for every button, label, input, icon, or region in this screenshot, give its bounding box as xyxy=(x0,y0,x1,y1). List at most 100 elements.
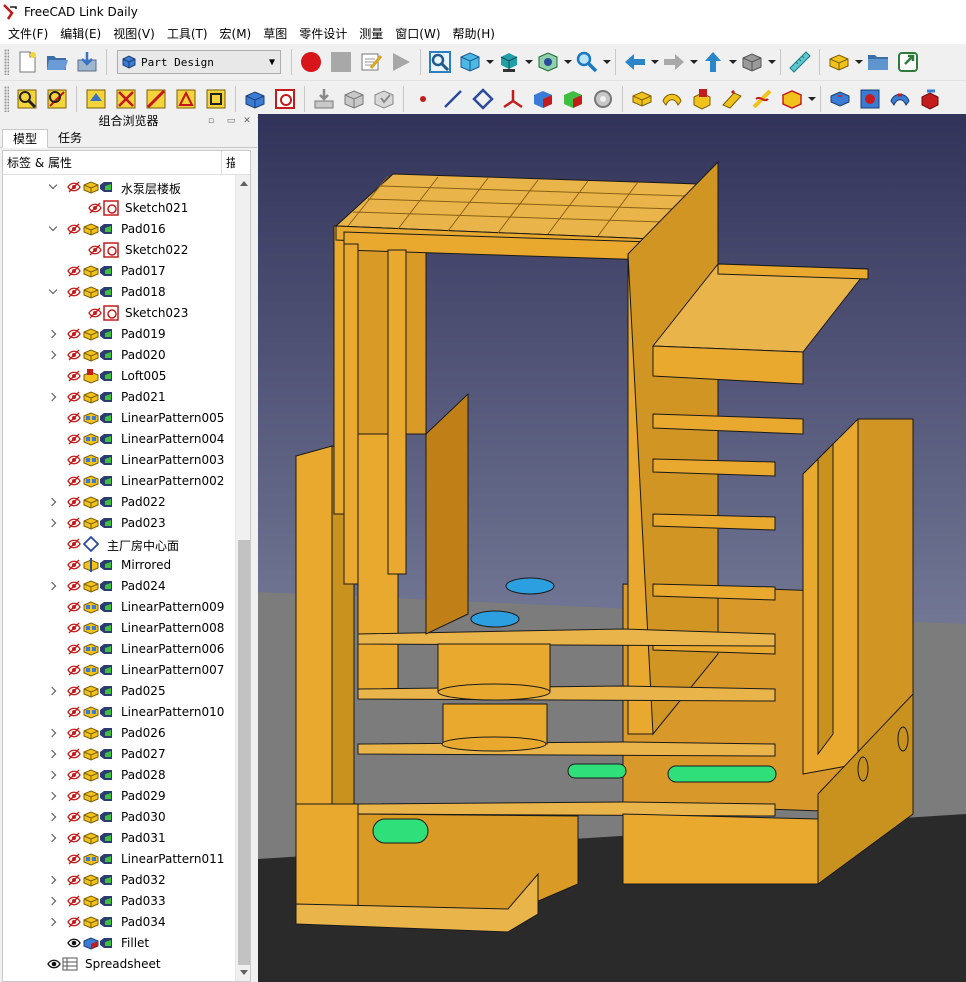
visibility-hidden-icon[interactable] xyxy=(67,601,81,613)
save-button[interactable] xyxy=(72,47,102,77)
forward-button[interactable] xyxy=(659,47,689,77)
visibility-hidden-icon[interactable] xyxy=(67,286,81,298)
tree-item[interactable]: Pad027 xyxy=(3,744,235,765)
visibility-toggle[interactable] xyxy=(67,328,81,340)
new-document-button[interactable] xyxy=(12,47,42,77)
expand-arrow-right-icon[interactable] xyxy=(49,917,59,927)
macro-edit-button[interactable] xyxy=(356,47,386,77)
expand-arrow-right-icon[interactable] xyxy=(49,686,59,696)
expand-arrow-right-icon[interactable] xyxy=(49,749,59,759)
expand-arrow-right-icon[interactable] xyxy=(49,875,59,885)
visibility-hidden-icon[interactable] xyxy=(67,181,81,193)
visibility-toggle[interactable] xyxy=(67,265,81,277)
tree-item[interactable]: LinearPattern008 xyxy=(3,618,235,639)
visibility-toggle[interactable] xyxy=(67,706,81,718)
visibility-hidden-icon[interactable] xyxy=(67,727,81,739)
visibility-toggle[interactable] xyxy=(67,181,81,193)
visibility-hidden-icon[interactable] xyxy=(67,643,81,655)
visibility-hidden-icon[interactable] xyxy=(67,580,81,592)
expand-arrow-down-icon[interactable] xyxy=(49,223,59,233)
expand-arrow-right-icon[interactable] xyxy=(49,518,59,528)
visibility-toggle[interactable] xyxy=(67,727,81,739)
std-part-button[interactable] xyxy=(737,47,767,77)
panel-close-icon[interactable]: ✕ xyxy=(242,116,252,126)
measure-refresh-button[interactable] xyxy=(81,84,111,114)
groove-button[interactable] xyxy=(885,84,915,114)
visibility-toggle[interactable] xyxy=(67,643,81,655)
visibility-hidden-icon[interactable] xyxy=(67,895,81,907)
visibility-toggle[interactable] xyxy=(67,769,81,781)
tree-item[interactable]: Pad017 xyxy=(3,261,235,282)
menu-edit[interactable]: 编辑(E) xyxy=(56,24,109,44)
visibility-visible-icon[interactable] xyxy=(67,937,81,949)
panel-float-icon[interactable]: ▫ xyxy=(206,116,216,126)
tree-item[interactable]: Spreadsheet xyxy=(3,954,235,975)
visibility-hidden-icon[interactable] xyxy=(67,748,81,760)
visibility-toggle[interactable] xyxy=(67,601,81,613)
new-body-button[interactable] xyxy=(240,84,270,114)
up-dropdown[interactable] xyxy=(728,47,737,77)
datum-plane-button[interactable] xyxy=(468,84,498,114)
visibility-toggle[interactable] xyxy=(67,391,81,403)
zoom-button[interactable] xyxy=(572,47,602,77)
back-dropdown[interactable] xyxy=(650,47,659,77)
visibility-hidden-icon[interactable] xyxy=(67,769,81,781)
visibility-toggle[interactable] xyxy=(47,958,61,970)
visibility-toggle[interactable] xyxy=(67,475,81,487)
expand-arrow-right-icon[interactable] xyxy=(49,329,59,339)
visibility-hidden-icon[interactable] xyxy=(67,685,81,697)
visibility-toggle[interactable] xyxy=(67,223,81,235)
visibility-hidden-icon[interactable] xyxy=(67,265,81,277)
tree-item[interactable]: LinearPattern004 xyxy=(3,429,235,450)
view-cube-button[interactable] xyxy=(455,47,485,77)
create-body-button[interactable] xyxy=(824,47,854,77)
visibility-toggle[interactable] xyxy=(67,811,81,823)
tree-item[interactable]: LinearPattern010 xyxy=(3,702,235,723)
fit-all-button[interactable] xyxy=(425,47,455,77)
additive-box-button[interactable] xyxy=(777,84,807,114)
measure-clear-button[interactable] xyxy=(111,84,141,114)
revolution-button[interactable] xyxy=(657,84,687,114)
visibility-toggle[interactable] xyxy=(67,517,81,529)
bounding-box-dropdown[interactable] xyxy=(563,47,572,77)
subtractive-loft-button[interactable] xyxy=(915,84,945,114)
panel-restore-icon[interactable]: ▭ xyxy=(226,116,236,126)
tree-item[interactable]: Sketch022 xyxy=(3,240,235,261)
measure-angular-button[interactable] xyxy=(42,84,72,114)
scroll-up-icon[interactable] xyxy=(240,181,248,186)
create-body-dropdown[interactable] xyxy=(854,47,863,77)
menu-view[interactable]: 视图(V) xyxy=(109,24,163,44)
visibility-toggle[interactable] xyxy=(67,685,81,697)
expand-arrow-right-icon[interactable] xyxy=(49,770,59,780)
visibility-hidden-icon[interactable] xyxy=(67,559,81,571)
expand-arrow-right-icon[interactable] xyxy=(49,581,59,591)
back-button[interactable] xyxy=(620,47,650,77)
datum-line-button[interactable] xyxy=(438,84,468,114)
tree-item[interactable]: Pad024 xyxy=(3,576,235,597)
visibility-hidden-icon[interactable] xyxy=(88,244,102,256)
visibility-toggle[interactable] xyxy=(67,370,81,382)
expand-arrow-right-icon[interactable] xyxy=(49,812,59,822)
expand-arrow-down-icon[interactable] xyxy=(49,181,59,191)
visibility-hidden-icon[interactable] xyxy=(67,874,81,886)
visibility-toggle[interactable] xyxy=(67,895,81,907)
visibility-toggle[interactable] xyxy=(67,916,81,928)
measure-toggle-button[interactable] xyxy=(141,84,171,114)
visibility-hidden-icon[interactable] xyxy=(67,454,81,466)
visibility-toggle[interactable] xyxy=(67,580,81,592)
visibility-visible-icon[interactable] xyxy=(47,958,61,970)
tree-item[interactable]: Pad030 xyxy=(3,807,235,828)
visibility-hidden-icon[interactable] xyxy=(67,328,81,340)
clone-body-button[interactable] xyxy=(558,84,588,114)
tree-item[interactable]: Pad018 xyxy=(3,282,235,303)
tree-item[interactable]: Pad032 xyxy=(3,870,235,891)
tree-item[interactable]: Pad033 xyxy=(3,891,235,912)
validate-sketch-button[interactable] xyxy=(309,84,339,114)
visibility-hidden-icon[interactable] xyxy=(67,790,81,802)
tree-scrollbar[interactable] xyxy=(235,175,250,981)
export-button[interactable] xyxy=(893,47,923,77)
tree-item[interactable]: 主厂房中心面 xyxy=(3,534,235,555)
visibility-toggle[interactable] xyxy=(67,559,81,571)
expand-arrow-right-icon[interactable] xyxy=(49,728,59,738)
tree-item[interactable]: Pad029 xyxy=(3,786,235,807)
